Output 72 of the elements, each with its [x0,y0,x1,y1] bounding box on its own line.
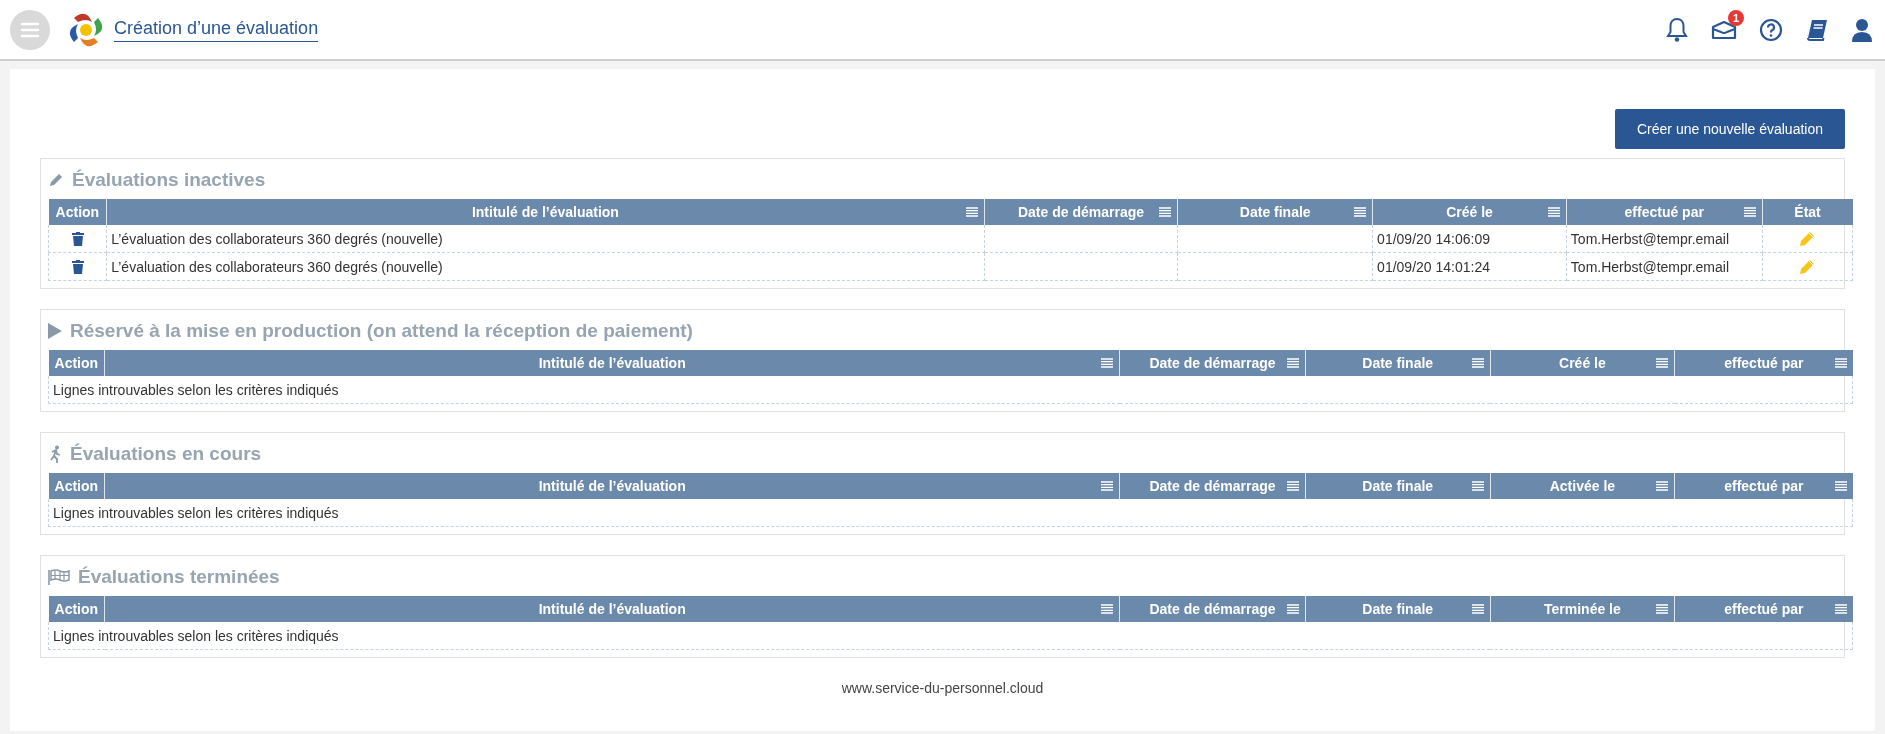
checkered-flag-icon [48,569,70,585]
column-header[interactable]: Activée le [1490,473,1675,499]
table-cell: L’évaluation des collaborateurs 360 degrés (nouvelle) [111,258,443,275]
running-person-icon [48,445,62,463]
empty-table-message: Lignes introuvables selon les critères indiqués [53,381,339,398]
empty-table-message: Lignes introuvables selon les critères indiqués [53,504,339,521]
column-menu-icon[interactable] [1354,207,1367,217]
column-header[interactable]: Intitulé de l’évaluation [104,350,1120,376]
column-header[interactable]: État [1762,199,1853,225]
column-header[interactable]: effectué par [1566,199,1763,225]
section-title: Réservé à la mise en production (on attend la réception de paiement) [70,320,693,342]
column-header[interactable]: Date de démarrage [1119,473,1306,499]
column-header[interactable]: Date finale [1305,473,1491,499]
table-cell: Tom.Herbst@tempr.email [1570,258,1729,275]
column-menu-icon[interactable] [1286,604,1299,614]
column-menu-icon[interactable] [1286,358,1299,368]
column-menu-icon[interactable] [1656,481,1669,491]
page-title-link[interactable]: Création d’une évaluation [114,17,319,42]
column-header[interactable]: effectué par [1674,350,1853,376]
column-header[interactable]: Date de démarrage [1119,596,1306,622]
notification-badge: 1 [1728,9,1744,26]
column-header[interactable]: Action [48,596,105,622]
empty-table-message: Lignes introuvables selon les critères indiqués [53,627,339,644]
column-header[interactable]: Date finale [1305,596,1491,622]
section-title: Évaluations en cours [70,443,262,465]
column-menu-icon[interactable] [1743,207,1756,217]
column-menu-icon[interactable] [1547,207,1560,217]
book-icon[interactable] [1805,17,1829,42]
notification-bell-icon[interactable] [1665,16,1689,43]
column-menu-icon[interactable] [1471,604,1484,614]
play-icon [48,323,62,339]
column-menu-icon[interactable] [1471,481,1484,491]
trash-icon[interactable] [71,259,84,274]
column-header[interactable]: Intitulé de l’évaluation [104,473,1120,499]
column-header[interactable]: Intitulé de l’évaluation [104,596,1120,622]
section-title: Évaluations inactives [72,169,266,191]
column-menu-icon[interactable] [1834,358,1847,368]
trash-icon[interactable] [71,231,84,246]
section-title: Évaluations terminées [78,566,280,588]
column-menu-icon[interactable] [1471,358,1484,368]
column-menu-icon[interactable] [1834,604,1847,614]
table-cell: Tom.Herbst@tempr.email [1570,230,1729,247]
column-menu-icon[interactable] [1834,481,1847,491]
column-header[interactable]: Date de démarrage [1119,350,1306,376]
column-header[interactable]: Créé le [1372,199,1567,225]
user-icon[interactable] [1851,17,1873,42]
footer-url: www.service-du-personnel.cloud [841,680,1044,696]
column-header[interactable]: Action [48,199,107,225]
column-menu-icon[interactable] [965,207,978,217]
column-menu-icon[interactable] [1656,358,1669,368]
column-menu-icon[interactable] [1286,481,1299,491]
column-header[interactable]: effectué par [1674,473,1853,499]
create-evaluation-button[interactable]: Créer une nouvelle évaluation [1615,109,1845,149]
column-header[interactable]: Date de démarrage [984,199,1178,225]
pencil-icon [48,172,64,188]
column-menu-icon[interactable] [1656,604,1669,614]
column-menu-icon[interactable] [1101,358,1114,368]
column-header[interactable]: Date finale [1305,350,1491,376]
column-header[interactable]: Créé le [1490,350,1675,376]
column-menu-icon[interactable] [1101,481,1114,491]
column-header[interactable]: Intitulé de l’évaluation [106,199,985,225]
column-header[interactable]: effectué par [1674,596,1853,622]
table-cell: L’évaluation des collaborateurs 360 degrés (nouvelle) [111,230,443,247]
table-cell: 01/09/20 14:06:09 [1377,230,1490,247]
table-cell: 01/09/20 14:01:24 [1377,258,1490,275]
column-header[interactable]: Action [48,350,105,376]
column-header[interactable]: Date finale [1177,199,1373,225]
help-icon[interactable] [1759,17,1783,42]
column-header[interactable]: Terminée le [1490,596,1675,622]
column-menu-icon[interactable] [1101,604,1114,614]
column-header[interactable]: Action [48,473,105,499]
column-menu-icon[interactable] [1159,207,1172,217]
